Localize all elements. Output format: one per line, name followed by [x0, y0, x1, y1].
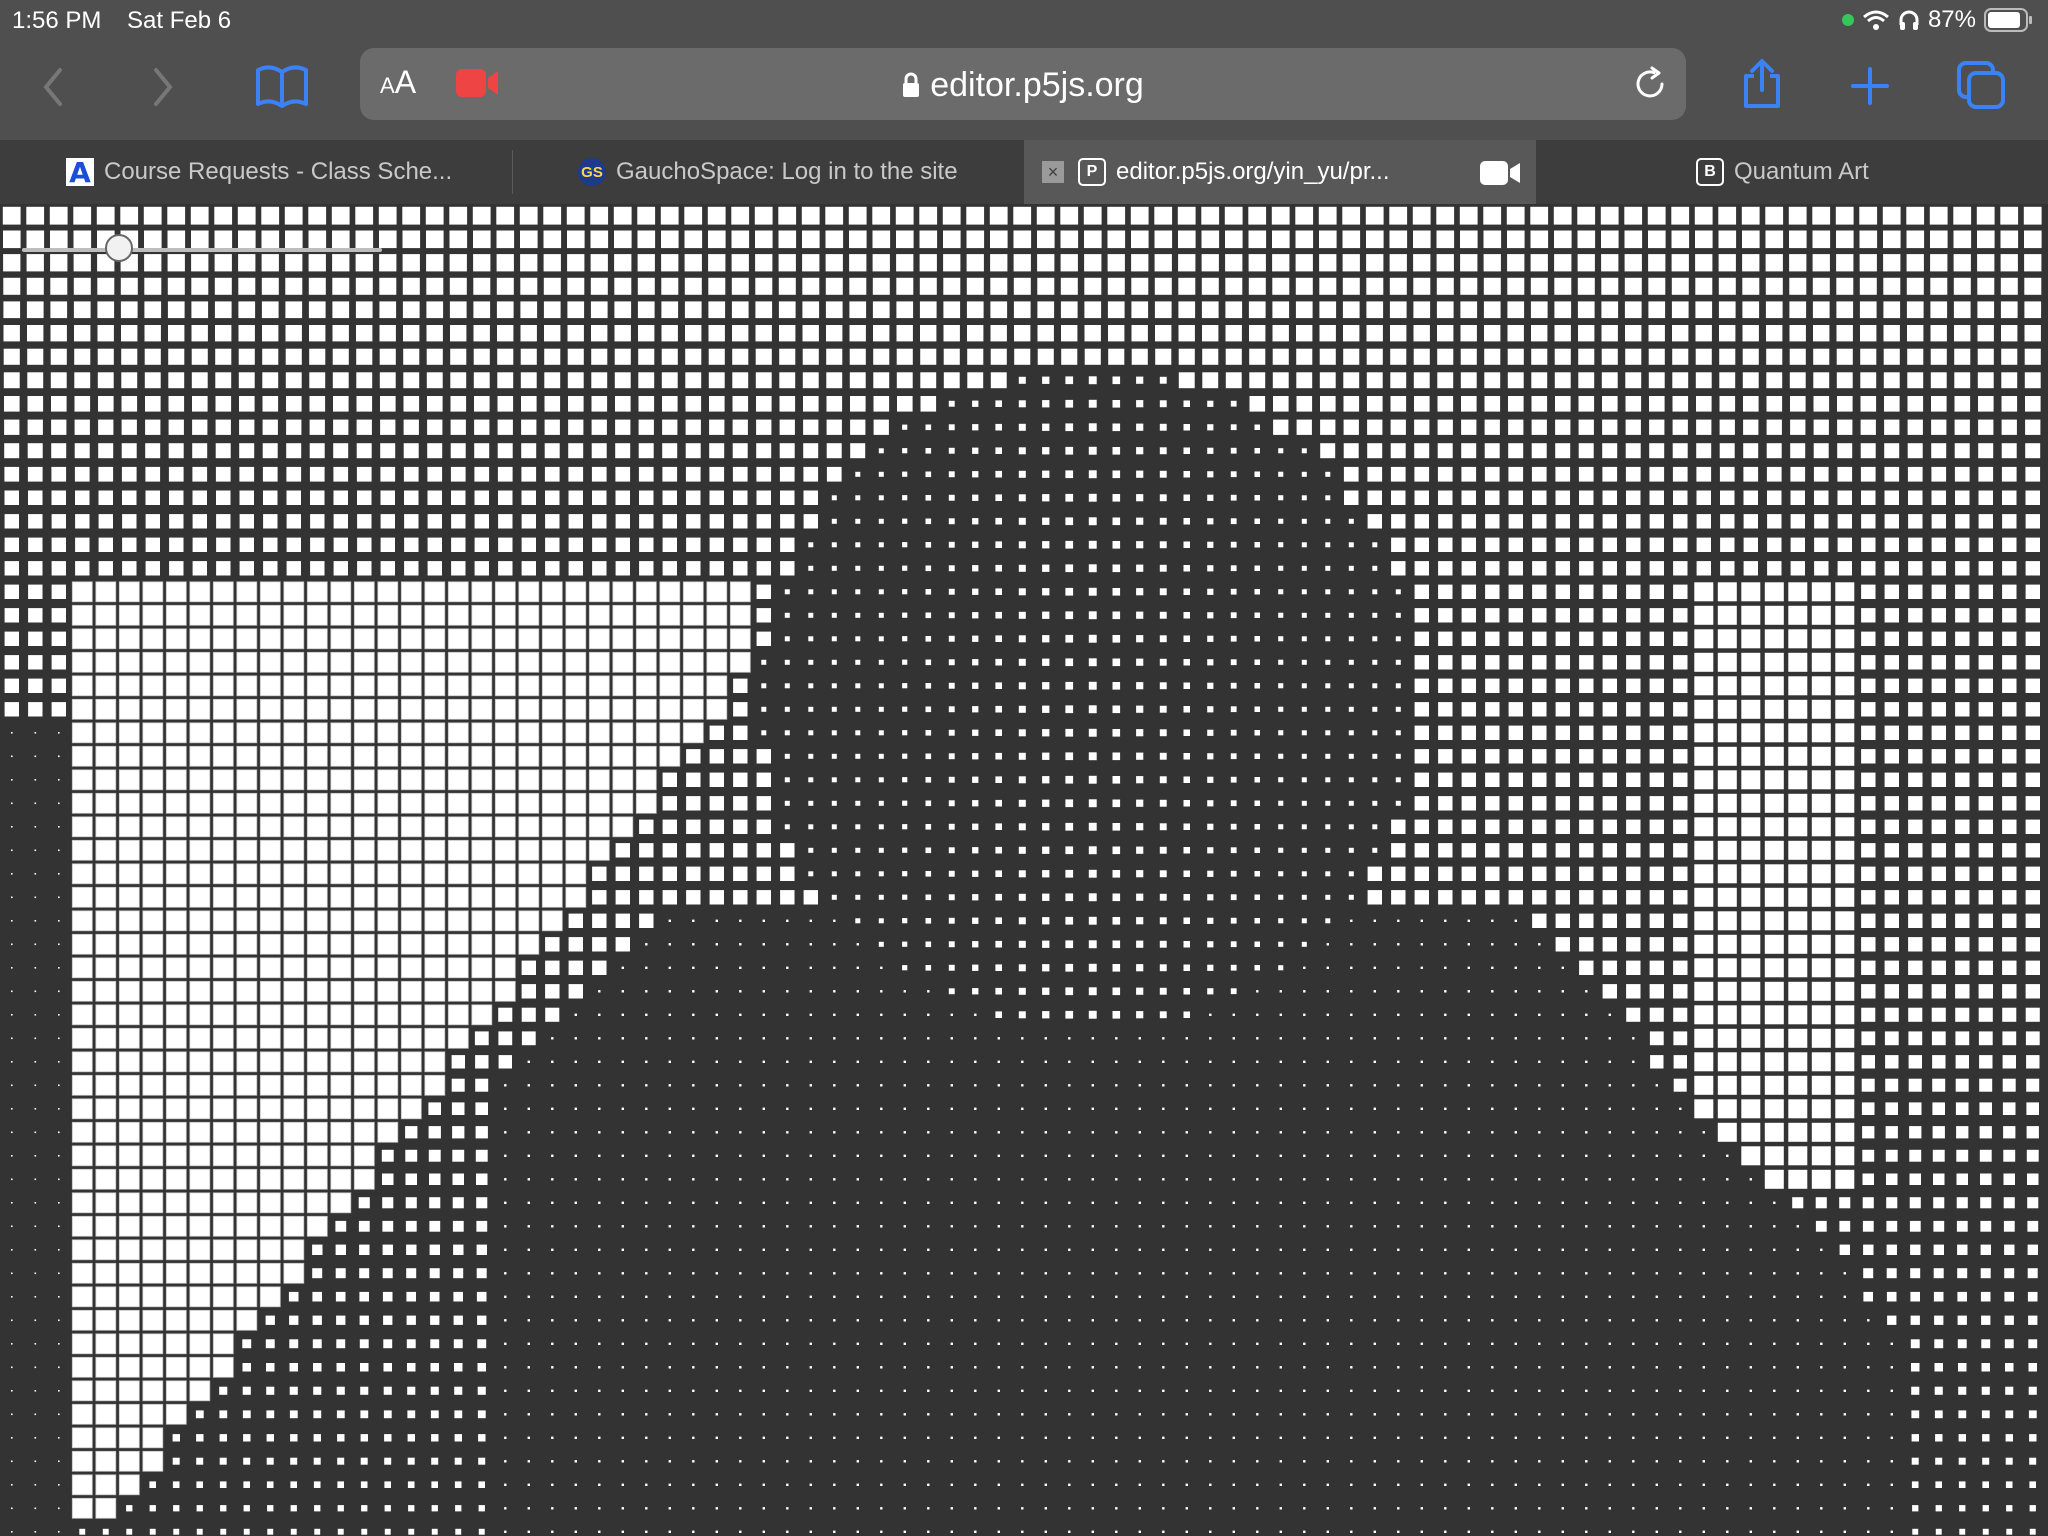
bookmarks-icon[interactable] — [254, 64, 310, 110]
tab-title: editor.p5js.org/yin_yu/pr... — [1116, 158, 1390, 185]
status-date: Sat Feb 6 — [127, 7, 232, 34]
forward-icon[interactable] — [148, 62, 178, 112]
tab-course-requests[interactable]: A Course Requests - Class Sche... — [66, 140, 506, 204]
p5js-favicon-icon: P — [1078, 158, 1106, 186]
gauchospace-favicon-icon: GS — [578, 158, 606, 186]
close-tab-icon[interactable]: × — [1042, 161, 1064, 183]
share-icon[interactable] — [1740, 58, 1784, 110]
cell-size-slider[interactable] — [22, 234, 382, 264]
slider-thumb[interactable] — [105, 234, 133, 262]
tab-title: GauchoSpace: Log in to the site — [616, 158, 958, 185]
camera-active-icon — [1480, 161, 1520, 185]
tab-divider — [512, 150, 513, 194]
url-text[interactable]: editor.p5js.org — [930, 66, 1144, 104]
status-time: 1:56 PM — [12, 7, 102, 34]
quantum-art-favicon-icon: B — [1696, 158, 1724, 186]
lock-icon — [903, 72, 920, 97]
battery-icon — [1984, 8, 2032, 32]
tab-title: Course Requests - Class Sche... — [104, 158, 453, 185]
headphones-icon — [1899, 10, 1919, 30]
status-icons: 87% — [1841, 6, 2034, 34]
new-tab-icon[interactable] — [1850, 66, 1890, 106]
status-bar: 1:56 PM Sat Feb 6 87% — [0, 0, 2048, 44]
battery-percent: 87% — [1927, 6, 1976, 33]
tabs-overview-icon[interactable] — [1956, 60, 2006, 110]
tab-p5js-editor[interactable]: × P editor.p5js.org/yin_yu/pr... — [1024, 140, 1536, 204]
tab-gauchospace[interactable]: GS GauchoSpace: Log in to the site — [578, 140, 1018, 204]
halftone-webcam-grid — [0, 204, 2048, 1536]
back-icon[interactable] — [38, 62, 68, 112]
reload-icon[interactable] — [1632, 66, 1668, 102]
address-bar[interactable]: AA editor.p5js.org — [360, 48, 1686, 120]
tab-bar: A Course Requests - Class Sche... GS Gau… — [0, 140, 2048, 204]
slider-track — [22, 248, 382, 252]
camera-in-use-dot — [1841, 14, 1854, 26]
tab-quantum-art[interactable]: B Quantum Art — [1696, 140, 2036, 204]
wifi-icon — [1862, 10, 1889, 30]
p5-sketch-canvas[interactable] — [0, 204, 2048, 1536]
browser-toolbar: AA editor.p5js.org — [0, 44, 2048, 140]
tab-title: Quantum Art — [1734, 158, 1869, 185]
course-site-favicon-icon: A — [66, 156, 94, 189]
